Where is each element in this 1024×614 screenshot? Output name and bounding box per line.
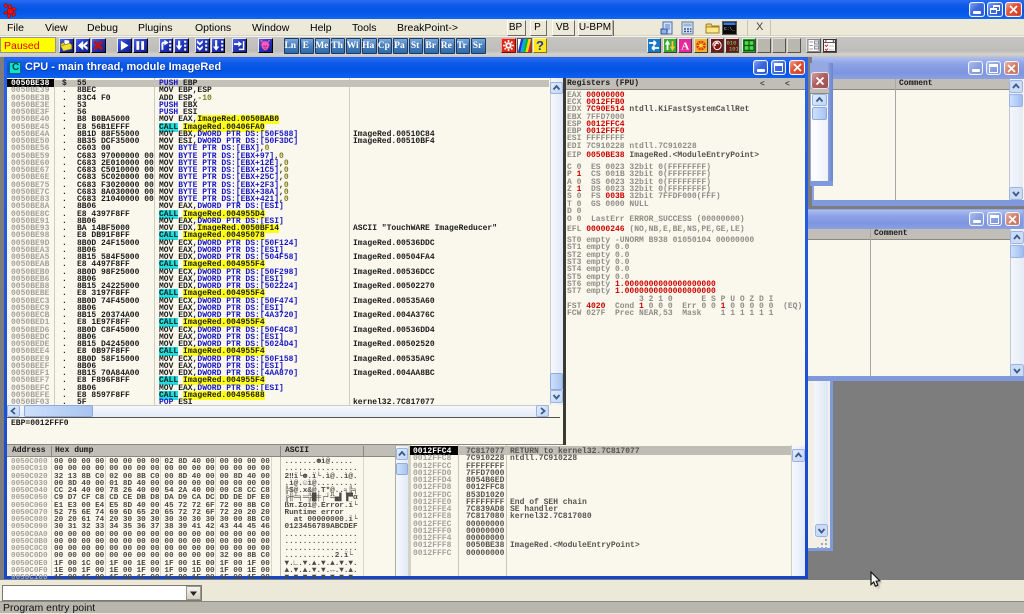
svg-text:A: A: [681, 41, 689, 53]
svg-text:101: 101: [729, 46, 738, 53]
svg-text:C:\_: C:\_: [724, 26, 735, 32]
